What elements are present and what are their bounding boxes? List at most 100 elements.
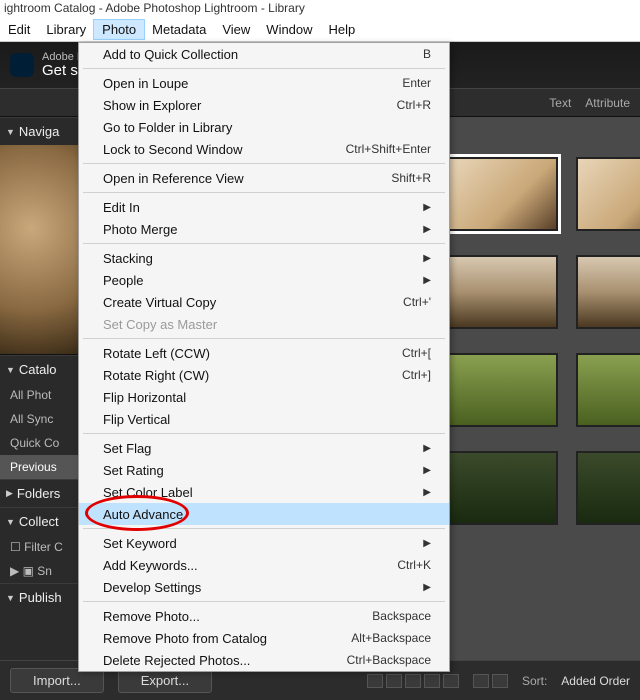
publish-section[interactable]: ▼Publish <box>0 583 78 611</box>
grid-cell[interactable] <box>448 353 558 427</box>
sort-direction-icons[interactable] <box>473 674 508 688</box>
filter-collections[interactable]: ☐ Filter C <box>0 535 78 559</box>
thumbnail[interactable] <box>448 353 558 427</box>
menu-item-label: Flip Horizontal <box>103 390 186 405</box>
menu-item-remove-photo[interactable]: Remove Photo...Backspace <box>79 605 449 627</box>
people-view-icon[interactable] <box>443 674 459 688</box>
menu-item-label: Go to Folder in Library <box>103 120 232 135</box>
menu-item-set-rating[interactable]: Set Rating▶ <box>79 459 449 481</box>
catalog-section[interactable]: ▼Catalo <box>0 355 78 383</box>
chevron-right-icon: ▶ <box>423 443 431 454</box>
collections-item[interactable]: ▶ ▣ Sn <box>0 559 78 583</box>
menu-item-photo-merge[interactable]: Photo Merge ▶ <box>79 218 449 240</box>
survey-view-icon[interactable] <box>424 674 440 688</box>
menu-item-go-to-folder-in-library[interactable]: Go to Folder in Library <box>79 116 449 138</box>
chevron-right-icon: ▶ <box>6 488 13 499</box>
menu-item-label: Photo Merge <box>103 222 177 237</box>
menubar: EditLibraryPhotoMetadataViewWindowHelp <box>0 18 640 42</box>
thumbnail[interactable] <box>448 157 558 231</box>
collections-section[interactable]: ▼Collect <box>0 507 78 535</box>
thumbnail[interactable] <box>576 353 640 427</box>
grid-cell[interactable]: 9 <box>576 255 640 329</box>
menu-item-label: Add to Quick Collection <box>103 47 238 62</box>
lightroom-logo-icon <box>10 53 34 77</box>
chevron-down-icon: ▼ <box>6 127 15 137</box>
menu-item-rotate-left-ccw[interactable]: Rotate Left (CCW)Ctrl+[ <box>79 342 449 364</box>
filter-attribute[interactable]: Attribute <box>585 96 630 110</box>
collections-label: Collect <box>19 514 59 529</box>
menu-item-delete-rejected-photos[interactable]: Delete Rejected Photos...Ctrl+Backspace <box>79 649 449 671</box>
menu-item-show-in-explorer[interactable]: Show in ExplorerCtrl+R <box>79 94 449 116</box>
chevron-right-icon: ▶ <box>423 224 431 235</box>
view-mode-icons[interactable] <box>367 674 459 688</box>
thumbnail[interactable] <box>448 451 558 525</box>
sort-value[interactable]: Added Order <box>561 674 630 688</box>
menu-item-label: Flip Vertical <box>103 412 170 427</box>
menu-window[interactable]: Window <box>258 20 320 39</box>
grid-cell[interactable]: 21 <box>576 451 640 525</box>
collections-item-label: Sn <box>37 564 52 578</box>
menu-item-lock-to-second-window[interactable]: Lock to Second WindowCtrl+Shift+Enter <box>79 138 449 160</box>
thumbnail[interactable] <box>576 451 640 525</box>
menu-item-set-flag[interactable]: Set Flag ▶ <box>79 437 449 459</box>
sort-asc-icon[interactable] <box>473 674 489 688</box>
menu-shortcut: Ctrl+' <box>403 295 431 309</box>
menu-photo[interactable]: Photo <box>94 20 144 39</box>
menu-item-edit-in[interactable]: Edit In▶ <box>79 196 449 218</box>
menu-item-stacking[interactable]: Stacking▶ <box>79 247 449 269</box>
menu-item-develop-settings[interactable]: Develop Settings▶ <box>79 576 449 598</box>
grid-cell[interactable]: 15 <box>576 353 640 427</box>
menu-item-label: Remove Photo... <box>103 609 200 624</box>
menu-item-remove-photo-from-catalog[interactable]: Remove Photo from CatalogAlt+Backspace <box>79 627 449 649</box>
sort-desc-icon[interactable] <box>492 674 508 688</box>
chevron-right-icon: ▶ <box>423 253 431 264</box>
menu-item-label: Set Flag <box>103 441 151 456</box>
menu-item-open-in-reference-view[interactable]: Open in Reference ViewShift+R <box>79 167 449 189</box>
menu-view[interactable]: View <box>214 20 258 39</box>
menu-item-add-keywords[interactable]: Add Keywords...Ctrl+K <box>79 554 449 576</box>
navigator-section[interactable]: ▼Naviga <box>0 117 78 145</box>
thumbnail[interactable] <box>448 255 558 329</box>
menu-item-set-color-label[interactable]: Set Color Label▶ <box>79 481 449 503</box>
grid-cell[interactable]: 3 <box>576 157 640 231</box>
chevron-right-icon: ▶ <box>423 538 431 549</box>
thumbnail[interactable] <box>576 157 640 231</box>
menu-item-set-keyword[interactable]: Set Keyword ▶ <box>79 532 449 554</box>
menu-metadata[interactable]: Metadata <box>144 20 214 39</box>
navigator-preview[interactable] <box>0 145 78 355</box>
menu-library[interactable]: Library <box>38 20 94 39</box>
catalog-item[interactable]: All Sync <box>0 407 78 431</box>
menu-shortcut: Enter <box>402 76 431 90</box>
menu-edit[interactable]: Edit <box>0 20 38 39</box>
menu-item-flip-vertical[interactable]: Flip Vertical <box>79 408 449 430</box>
menu-item-label: Set Keyword <box>103 536 177 551</box>
menu-item-create-virtual-copy[interactable]: Create Virtual CopyCtrl+' <box>79 291 449 313</box>
grid-view-icon[interactable] <box>367 674 383 688</box>
menu-item-auto-advance[interactable]: Auto Advance <box>79 503 449 525</box>
menu-item-label: Set Color Label <box>103 485 193 500</box>
menu-help[interactable]: Help <box>321 20 364 39</box>
thumbnail[interactable] <box>576 255 640 329</box>
compare-view-icon[interactable] <box>405 674 421 688</box>
folders-section[interactable]: ▶ Folders <box>0 479 78 507</box>
menu-item-label: Rotate Left (CCW) <box>103 346 210 361</box>
grid-cell[interactable] <box>448 157 558 231</box>
catalog-item-selected[interactable]: Previous <box>0 455 78 479</box>
menu-item-people[interactable]: People▶ <box>79 269 449 291</box>
menu-item-add-to-quick-collection[interactable]: Add to Quick CollectionB <box>79 43 449 65</box>
menu-item-rotate-right-cw[interactable]: Rotate Right (CW)Ctrl+] <box>79 364 449 386</box>
grid-cell[interactable] <box>448 255 558 329</box>
filter-text[interactable]: Text <box>549 96 571 110</box>
folders-label: Folders <box>17 486 60 501</box>
catalog-item[interactable]: Quick Co <box>0 431 78 455</box>
menu-item-open-in-loupe[interactable]: Open in LoupeEnter <box>79 72 449 94</box>
menu-separator <box>83 163 445 164</box>
grid-cell[interactable] <box>448 451 558 525</box>
menu-item-label: Auto Advance <box>103 507 183 522</box>
menu-item-set-copy-as-master: Set Copy as Master <box>79 313 449 335</box>
catalog-label: Catalo <box>19 362 57 377</box>
loupe-view-icon[interactable] <box>386 674 402 688</box>
catalog-item[interactable]: All Phot <box>0 383 78 407</box>
menu-item-flip-horizontal[interactable]: Flip Horizontal <box>79 386 449 408</box>
menu-separator <box>83 243 445 244</box>
